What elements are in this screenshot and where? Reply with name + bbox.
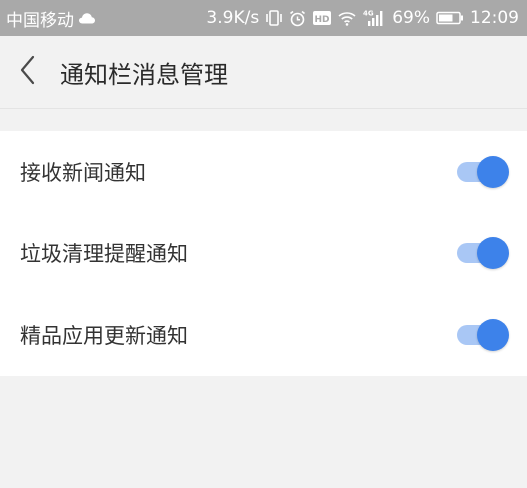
setting-row-news: 接收新闻通知 bbox=[0, 131, 527, 212]
toggle-knob bbox=[477, 237, 509, 269]
setting-label-app-updates: 精品应用更新通知 bbox=[20, 324, 188, 348]
signal-icon: 4G bbox=[362, 9, 386, 27]
page-title: 通知栏消息管理 bbox=[60, 60, 228, 89]
setting-label-news: 接收新闻通知 bbox=[20, 160, 146, 185]
toggle-app-updates[interactable] bbox=[455, 319, 509, 351]
setting-row-app-updates: 精品应用更新通知 bbox=[0, 294, 527, 376]
status-bar: 中国移动 3.9K/s HD 4G 69% 12:09 bbox=[0, 0, 527, 36]
svg-text:4G: 4G bbox=[363, 10, 374, 18]
battery-icon bbox=[436, 11, 464, 25]
carrier-name: 中国移动 bbox=[6, 10, 74, 31]
toggle-knob bbox=[477, 155, 509, 188]
battery-percent: 69% bbox=[392, 8, 430, 28]
wifi-icon bbox=[338, 11, 356, 26]
toggle-news[interactable] bbox=[455, 155, 509, 188]
status-bar-right: 3.9K/s HD 4G 69% 12:09 bbox=[206, 8, 519, 28]
clock: 12:09 bbox=[470, 8, 519, 28]
cloud-icon bbox=[78, 11, 96, 25]
app-header: 通知栏消息管理 bbox=[0, 36, 527, 109]
network-speed: 3.9K/s bbox=[206, 8, 260, 28]
setting-label-cleanup: 垃圾清理提醒通知 bbox=[20, 242, 188, 266]
back-button[interactable] bbox=[2, 36, 54, 109]
status-bar-left: 中国移动 bbox=[6, 6, 96, 31]
toggle-cleanup[interactable] bbox=[455, 237, 509, 269]
setting-row-cleanup: 垃圾清理提醒通知 bbox=[0, 212, 527, 294]
hd-icon: HD bbox=[312, 10, 332, 26]
chevron-left-icon bbox=[17, 55, 39, 89]
vibrate-icon bbox=[265, 10, 283, 26]
svg-text:HD: HD bbox=[315, 15, 330, 25]
notification-settings-list: 接收新闻通知 垃圾清理提醒通知 精品应用更新通知 bbox=[0, 131, 527, 376]
alarm-icon bbox=[289, 10, 306, 27]
toggle-knob bbox=[477, 319, 509, 351]
